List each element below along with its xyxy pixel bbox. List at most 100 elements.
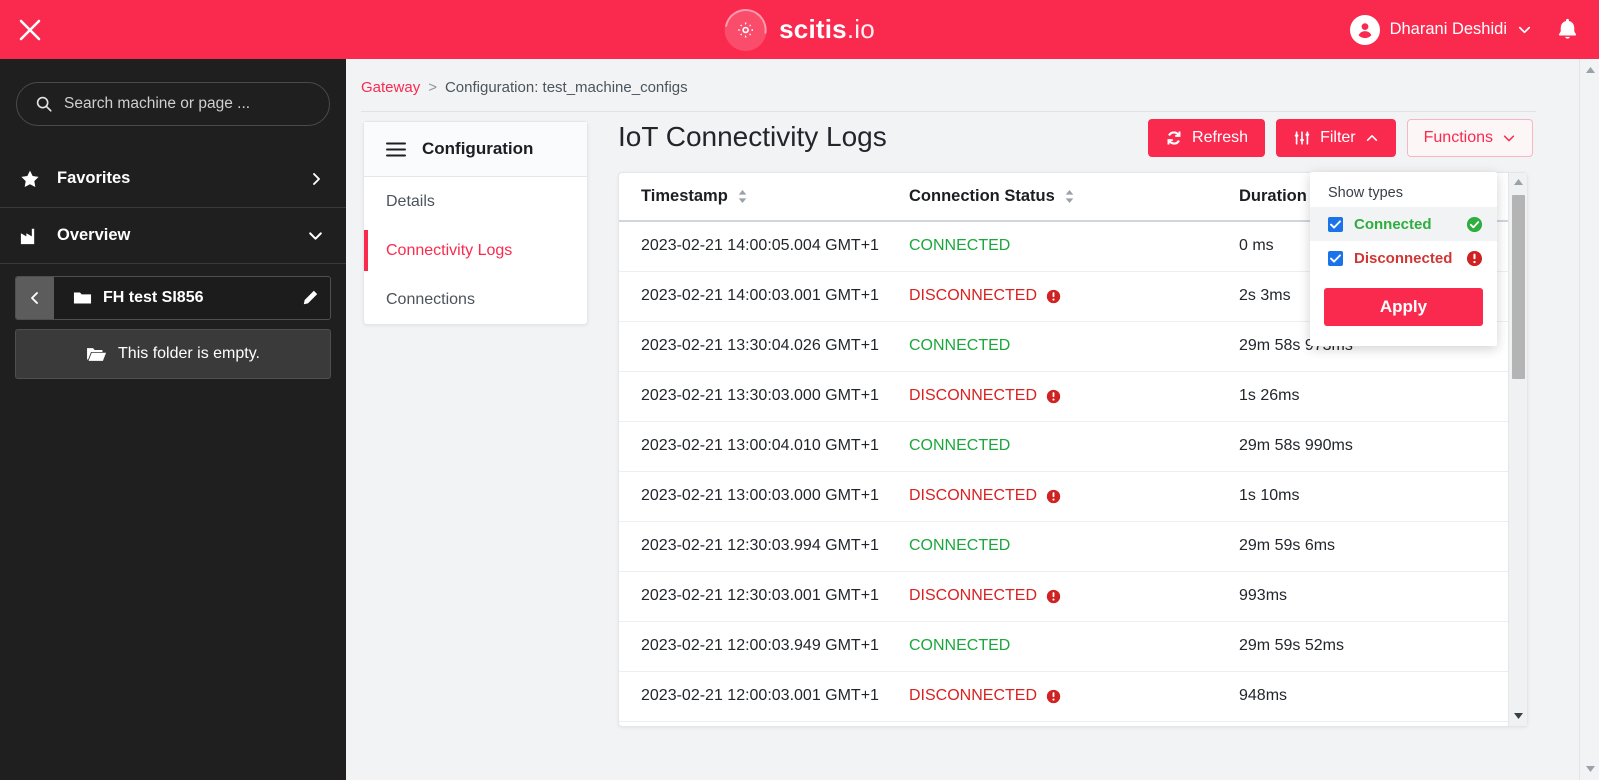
search-box[interactable]	[16, 82, 330, 126]
status-badge: DISCONNECTED	[909, 587, 1239, 605]
filter-dropdown-title: Show types	[1328, 185, 1403, 201]
cell-status: DISCONNECTED	[909, 371, 1239, 422]
filter-icon	[1294, 131, 1310, 145]
checkbox-connected[interactable]	[1328, 216, 1343, 232]
functions-button[interactable]: Functions	[1406, 119, 1533, 157]
cell-timestamp: 2023-02-21 14:00:05.004 GMT+1	[619, 221, 909, 272]
search-input[interactable]	[64, 95, 311, 113]
filter-option-disconnected[interactable]: Disconnected	[1310, 241, 1497, 275]
cell-duration: 29m 58s 990ms	[1239, 421, 1508, 472]
table-row[interactable]: 2023-02-21 12:30:03.001 GMT+1 DISCONNECTE…	[619, 571, 1508, 622]
chevron-down-icon	[1518, 26, 1531, 34]
config-item-label: Details	[386, 192, 435, 210]
apply-button[interactable]: Apply	[1324, 288, 1483, 326]
folder-empty-message: This folder is empty.	[15, 329, 331, 379]
table-row[interactable]: 2023-02-21 13:30:03.000 GMT+1 DISCONNECTE…	[619, 371, 1508, 422]
action-buttons: Refresh Filter Functions	[1148, 119, 1533, 157]
disconnected-icon	[1046, 489, 1061, 503]
user-name: Dharani Deshidi	[1389, 20, 1507, 38]
search-area	[0, 59, 346, 126]
folder-open-button[interactable]: FH test SI856	[54, 277, 288, 319]
breadcrumb: Gateway > Configuration: test_machine_co…	[346, 59, 1599, 96]
cell-timestamp: 2023-02-21 13:30:03.000 GMT+1	[619, 371, 909, 422]
brand-text: scitis.io	[779, 14, 875, 45]
column-label: Timestamp	[641, 187, 728, 205]
breadcrumb-root[interactable]: Gateway	[361, 79, 420, 96]
configuration-panel-title: Configuration	[422, 139, 534, 158]
scroll-down-arrow-icon[interactable]	[1513, 707, 1524, 724]
factory-icon	[20, 228, 35, 244]
cell-timestamp: 2023-02-21 12:30:03.001 GMT+1	[619, 571, 909, 622]
breadcrumb-separator: >	[428, 79, 437, 96]
status-badge: CONNECTED	[909, 437, 1011, 454]
disconnected-icon	[1046, 689, 1061, 703]
folder-name: FH test SI856	[103, 289, 204, 306]
page-title: IoT Connectivity Logs	[618, 121, 887, 152]
sidebar-item-label: Overview	[57, 226, 131, 244]
disconnected-status-icon	[1466, 250, 1483, 267]
filter-button[interactable]: Filter	[1276, 119, 1396, 157]
notifications-button[interactable]	[1554, 16, 1581, 43]
bell-icon	[1558, 18, 1577, 39]
table-row[interactable]: 2023-02-21 13:00:03.000 GMT+1 DISCONNECTE…	[619, 471, 1508, 522]
status-badge: DISCONNECTED	[909, 687, 1239, 705]
close-button[interactable]	[0, 0, 60, 59]
scroll-up-arrow-icon[interactable]	[1513, 173, 1524, 190]
cell-status: CONNECTED	[909, 321, 1239, 372]
open-folder-icon	[87, 347, 107, 361]
search-icon	[36, 96, 52, 112]
table-row[interactable]: 2023-02-21 12:00:03.949 GMT+1 CONNECTED 29…	[619, 621, 1508, 672]
filter-option-label: Disconnected	[1354, 249, 1453, 267]
status-badge: CONNECTED	[909, 337, 1011, 354]
column-header-timestamp[interactable]: Timestamp	[619, 173, 909, 222]
main-content: Gateway > Configuration: test_machine_co…	[346, 59, 1599, 780]
filter-option-connected[interactable]: Connected	[1310, 207, 1497, 241]
sort-icon	[1065, 190, 1074, 203]
folder-edit-button[interactable]	[288, 277, 330, 319]
folder-empty-label: This folder is empty.	[118, 345, 260, 362]
user-menu-button[interactable]: Dharani Deshidi	[1349, 14, 1532, 45]
cell-timestamp: 2023-02-21 13:30:04.026 GMT+1	[619, 321, 909, 372]
page-scroll-down-arrow-icon[interactable]	[1580, 760, 1599, 778]
column-header-connection-status[interactable]: Connection Status	[909, 173, 1239, 222]
config-item-connections[interactable]: Connections	[364, 275, 587, 324]
status-badge: CONNECTED	[909, 637, 1011, 654]
sidebar-item-overview[interactable]: Overview	[0, 207, 346, 264]
table-scrollbar[interactable]	[1508, 173, 1527, 726]
cell-status: DISCONNECTED	[909, 671, 1239, 722]
cell-status: DISCONNECTED	[909, 271, 1239, 322]
pencil-icon	[303, 290, 317, 304]
star-icon	[21, 170, 39, 187]
table-row[interactable]: 2023-02-21 13:00:04.010 GMT+1 CONNECTED 29…	[619, 421, 1508, 472]
cell-status: CONNECTED	[909, 221, 1239, 272]
folder-back-button[interactable]	[16, 277, 54, 319]
table-scrollbar-thumb[interactable]	[1512, 195, 1525, 379]
brand-name: scitis	[779, 14, 847, 44]
checkbox-disconnected[interactable]	[1328, 250, 1343, 266]
configuration-panel-header[interactable]: Configuration	[364, 122, 587, 177]
status-badge: CONNECTED	[909, 237, 1011, 255]
menu-icon	[386, 142, 406, 156]
status-badge: DISCONNECTED	[909, 287, 1239, 305]
table-row[interactable]: 2023-02-21 12:00:03.001 GMT+1 DISCONNECTE…	[619, 671, 1508, 722]
cell-duration: 948ms	[1239, 671, 1508, 722]
breadcrumb-divider	[361, 111, 1536, 112]
refresh-button[interactable]: Refresh	[1148, 119, 1266, 157]
config-item-details[interactable]: Details	[364, 177, 587, 226]
config-item-label: Connectivity Logs	[386, 241, 513, 259]
cell-duration: 1s 26ms	[1239, 371, 1508, 422]
filter-label: Filter	[1320, 129, 1356, 146]
cell-status: CONNECTED	[909, 521, 1239, 572]
filter-dropdown: Show types Connected Disconnected Apply	[1310, 172, 1497, 346]
page-scrollbar[interactable]	[1579, 59, 1599, 780]
connected-status-icon	[1466, 216, 1483, 233]
disconnected-icon	[1046, 389, 1061, 403]
status-badge: DISCONNECTED	[909, 487, 1239, 505]
close-icon	[19, 19, 41, 40]
sidebar-item-favorites[interactable]: Favorites	[0, 150, 346, 207]
config-item-connectivity-logs[interactable]: Connectivity Logs	[364, 226, 587, 275]
cell-status: DISCONNECTED	[909, 571, 1239, 622]
page-scroll-up-arrow-icon[interactable]	[1580, 61, 1599, 79]
table-row[interactable]: 2023-02-21 12:30:03.994 GMT+1 CONNECTED 29…	[619, 521, 1508, 572]
cell-timestamp: 2023-02-21 12:30:03.994 GMT+1	[619, 521, 909, 572]
